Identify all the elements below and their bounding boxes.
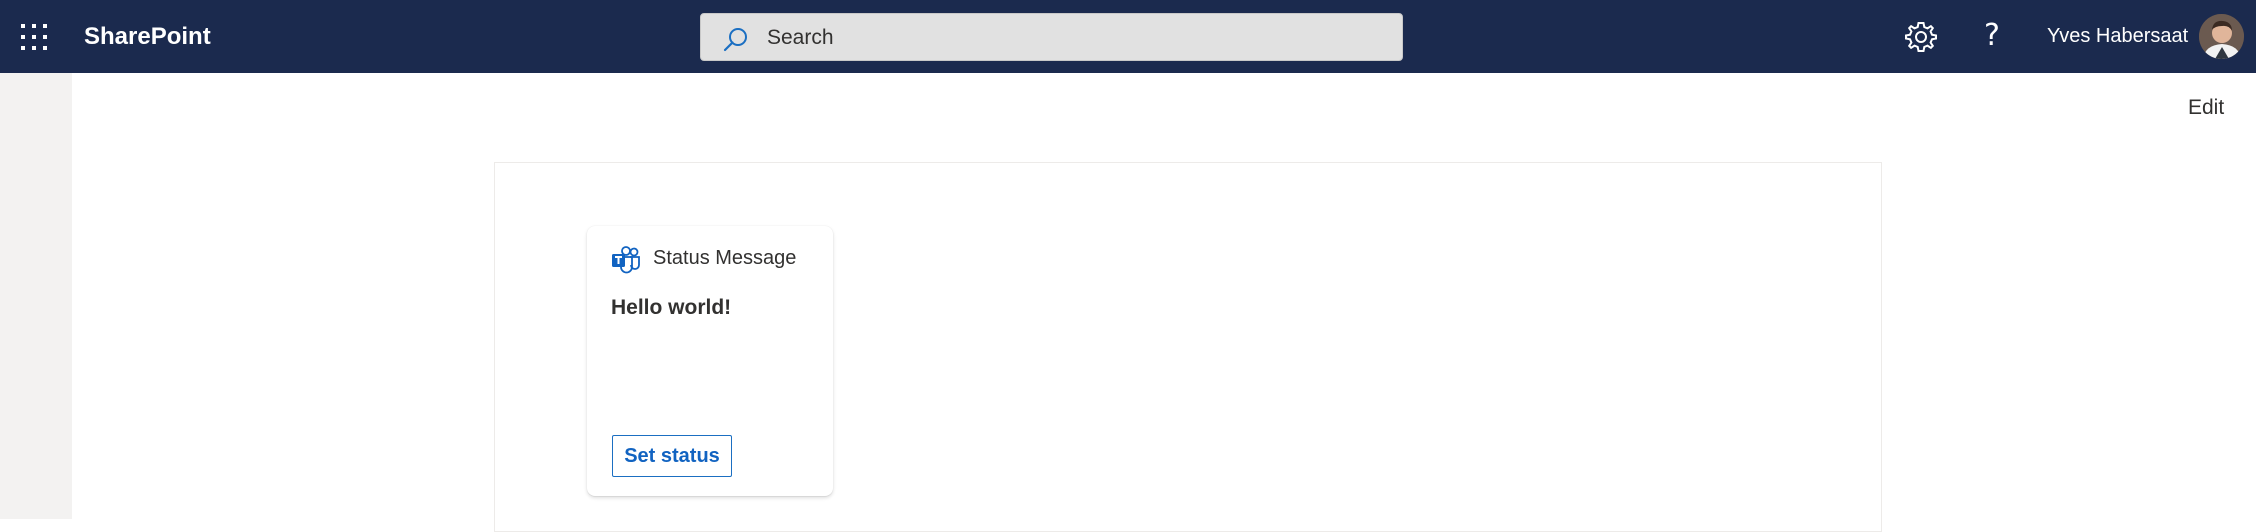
search-input[interactable] [767, 22, 1387, 54]
set-status-button[interactable]: Set status [612, 435, 732, 477]
search-icon [723, 28, 747, 52]
user-photo [2199, 14, 2244, 59]
app-title[interactable]: SharePoint [84, 23, 211, 51]
app-launcher-icon[interactable] [18, 21, 50, 53]
search-box[interactable] [700, 13, 1403, 61]
left-rail [0, 73, 72, 519]
avatar[interactable] [2199, 14, 2244, 59]
teams-icon [612, 246, 640, 274]
suite-header: SharePoint ? Yves Habersaat [0, 0, 2256, 73]
status-message-text: Hello world! [611, 296, 732, 319]
help-button[interactable]: ? [1977, 17, 2007, 55]
edit-button[interactable]: Edit [2188, 96, 2224, 120]
status-message-card: Status Message Hello world! Set status [587, 226, 833, 496]
card-title: Status Message [653, 247, 797, 269]
gear-icon[interactable] [1904, 20, 1938, 54]
user-name[interactable]: Yves Habersaat [2047, 25, 2188, 48]
